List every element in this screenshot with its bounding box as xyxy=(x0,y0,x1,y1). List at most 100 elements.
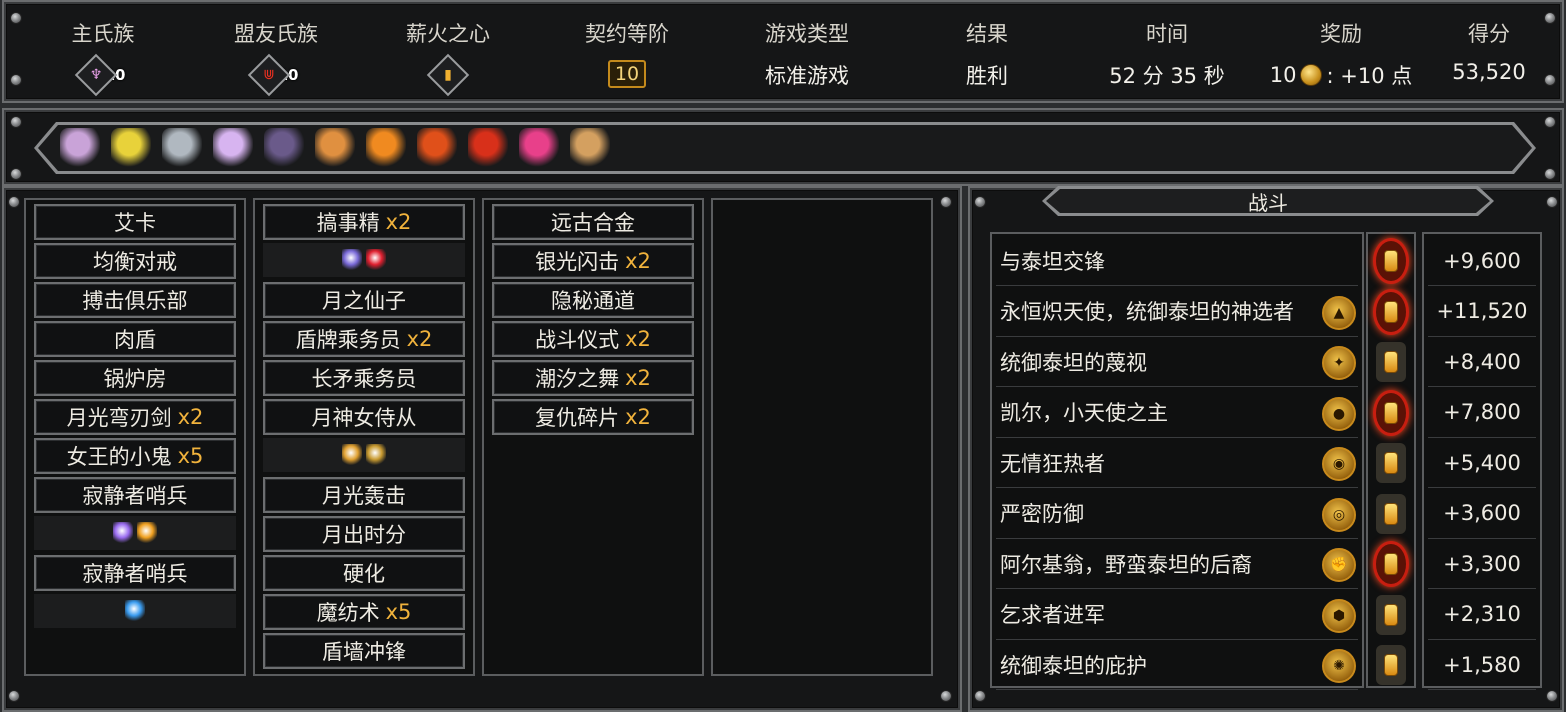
covenant-book-icon[interactable]: 10 xyxy=(608,60,646,88)
deck-card-name: 肉盾 xyxy=(114,328,156,352)
deck-card[interactable]: 硬化 xyxy=(263,555,465,591)
deck-card-count: x2 xyxy=(177,405,204,429)
battle-event-row[interactable]: 永恒炽天使，统御泰坦的神选者 ▲ xyxy=(996,287,1358,337)
deck-card-name: 长矛乘务员 xyxy=(311,367,417,391)
game-type-label: 游戏类型 xyxy=(765,22,849,46)
pink-serpent-relic-icon[interactable] xyxy=(519,128,559,168)
relic-bar xyxy=(2,108,1564,186)
deck-card[interactable]: 锅炉房 xyxy=(34,360,236,396)
battle-score: +1,580 xyxy=(1428,640,1536,690)
blue-hourglass-gem-icon[interactable] xyxy=(125,600,145,622)
deck-card[interactable]: 月光轰击 xyxy=(263,477,465,513)
battle-event-name: 永恒炽天使，统御泰坦的神选者 xyxy=(1000,300,1294,324)
moon-gem-icon[interactable] xyxy=(342,249,362,271)
deck-card[interactable]: 均衡对戒 xyxy=(34,243,236,279)
battle-score: +11,520 xyxy=(1428,287,1536,337)
battle-event-row[interactable]: 乞求者进军 ⬢ xyxy=(996,590,1358,640)
deck-card-name: 女王的小鬼 xyxy=(66,445,172,469)
deck-card[interactable]: 复仇碎片 x2 xyxy=(492,399,694,435)
battle-event-row[interactable]: 统御泰坦的庇护 ✺ xyxy=(996,640,1358,690)
battle-event-row[interactable]: 无情狂热者 ◉ xyxy=(996,438,1358,488)
deck-column-2: 搞事精 x2 月之仙子 盾牌乘务员 x2 长矛乘务员月神女侍从月光轰击月出时分硬化 魔纺术 x… xyxy=(253,198,475,676)
deck-card-name: 潮汐之舞 xyxy=(535,367,620,391)
pyre-damaged-icon xyxy=(1376,291,1406,332)
pyre-heart-icon[interactable]: ▮ xyxy=(426,53,470,97)
deck-card[interactable]: 盾牌乘务员 x2 xyxy=(263,321,465,357)
result-label: 结果 xyxy=(966,22,1008,46)
deck-card[interactable]: 搞事精 x2 xyxy=(263,204,465,240)
ally-clan-icon[interactable]: ⋓ xyxy=(247,53,290,97)
trident-gem-icon[interactable] xyxy=(366,444,386,466)
deck-card-name: 寂静者哨兵 xyxy=(82,484,188,508)
red-feather-relic-icon[interactable] xyxy=(468,128,508,168)
dark-horn-relic-icon[interactable] xyxy=(264,128,304,168)
deck-card[interactable]: 艾卡 xyxy=(34,204,236,240)
boss-badge-icon: ◉ xyxy=(1322,447,1356,481)
golden-shard-relic-icon[interactable] xyxy=(111,128,151,168)
deck-card[interactable]: 女王的小鬼 x5 xyxy=(34,438,236,474)
battle-event-row[interactable]: 严密防御 ◎ xyxy=(996,489,1358,539)
deck-card[interactable]: 远古合金 xyxy=(492,204,694,240)
battle-event-row[interactable]: 统御泰坦的蔑视 ✦ xyxy=(996,337,1358,387)
deck-card[interactable]: 隐秘通道 xyxy=(492,282,694,318)
pyre-flame-icon xyxy=(1384,250,1398,272)
time-value: 52 分 35 秒 xyxy=(1109,64,1225,88)
battle-score: +9,600 xyxy=(1428,236,1536,286)
deck-card[interactable]: 魔纺术 x5 xyxy=(263,594,465,630)
covenant-stat: 契约等阶 10 xyxy=(578,18,676,88)
crystal-tree-relic-icon[interactable] xyxy=(213,128,253,168)
deck-card[interactable]: 寂静者哨兵 xyxy=(34,555,236,591)
reward-suffix: : +10 点 xyxy=(1326,64,1413,88)
deck-card-count: x2 xyxy=(385,210,412,234)
deck-card[interactable]: 搏击俱乐部 xyxy=(34,282,236,318)
deck-card[interactable]: 长矛乘务员 xyxy=(263,360,465,396)
game-type-stat: 游戏类型 标准游戏 xyxy=(758,18,856,90)
battle-event-name: 凯尔，小天使之主 xyxy=(1000,401,1168,425)
covenant-label: 契约等阶 xyxy=(585,22,669,46)
battle-event-row[interactable]: 阿尔基翁，野蛮泰坦的后裔 ✊ xyxy=(996,539,1358,589)
fire-idol-relic-icon[interactable] xyxy=(417,128,457,168)
mystery-box-relic-icon[interactable] xyxy=(315,128,355,168)
result-stat: 结果 胜利 xyxy=(954,18,1020,90)
deck-card[interactable]: 银光闪击 x2 xyxy=(492,243,694,279)
pyre-flame-icon xyxy=(1384,401,1398,424)
deck-card[interactable]: 寂静者哨兵 xyxy=(34,477,236,513)
result-value: 胜利 xyxy=(966,64,1008,88)
bolt-icon xyxy=(940,690,952,702)
deck-card[interactable]: 战斗仪式 x2 xyxy=(492,321,694,357)
deck-card[interactable]: 肉盾 xyxy=(34,321,236,357)
purple-gem-icon[interactable] xyxy=(113,522,133,544)
heart-gem-icon[interactable] xyxy=(366,249,386,271)
pyre-flame-icon xyxy=(1384,502,1398,525)
deck-card-count: x5 xyxy=(177,444,204,468)
deck-column-1: 艾卡 均衡对戒 搏击俱乐部 肉盾 锅炉房 月光弯刃剑 x2 女王的小鬼 x5 寂静者哨兵 寂静者哨兵 xyxy=(24,198,246,676)
deck-card[interactable]: 潮汐之舞 x2 xyxy=(492,360,694,396)
amber-gem-icon[interactable] xyxy=(137,522,157,544)
deck-card-name: 战斗仪式 xyxy=(535,328,620,352)
score-label: 得分 xyxy=(1468,22,1510,46)
main-clan-icon[interactable]: ♆ xyxy=(74,53,117,97)
deck-card-name: 月出时分 xyxy=(322,523,406,547)
deck-card[interactable]: 月之仙子 xyxy=(263,282,465,318)
boss-badge-icon: ✊ xyxy=(1322,548,1356,582)
fire-scroll-relic-icon[interactable] xyxy=(366,128,406,168)
main-clan-stat: 主氏族 ♆ 10 xyxy=(66,18,140,97)
reward-amount: 10 xyxy=(1269,63,1297,87)
battle-event-row[interactable]: 与泰坦交锋 xyxy=(996,236,1358,286)
bolt-icon xyxy=(10,74,22,86)
hammer-relic-icon[interactable] xyxy=(162,128,202,168)
compass-relic-icon[interactable] xyxy=(570,128,610,168)
battle-score: +3,600 xyxy=(1428,489,1536,539)
deck-card[interactable]: 月出时分 xyxy=(263,516,465,552)
deck-card[interactable]: 月光弯刃剑 x2 xyxy=(34,399,236,435)
pyre-flame-icon xyxy=(1384,300,1398,323)
battle-event-row[interactable]: 凯尔，小天使之主 ● xyxy=(996,388,1358,438)
boss-badge-icon: ● xyxy=(1322,396,1356,431)
deck-card[interactable]: 盾墙冲锋 xyxy=(263,633,465,669)
boot-gem-icon[interactable] xyxy=(342,444,362,466)
battle-event-name: 与泰坦交锋 xyxy=(1000,249,1105,274)
deck-card-name: 盾墙冲锋 xyxy=(322,640,406,664)
deck-card[interactable]: 月神女侍从 xyxy=(263,399,465,435)
pyre-heart-stat: 薪火之心 ▮ xyxy=(400,18,496,97)
winged-box-relic-icon[interactable] xyxy=(60,128,100,168)
